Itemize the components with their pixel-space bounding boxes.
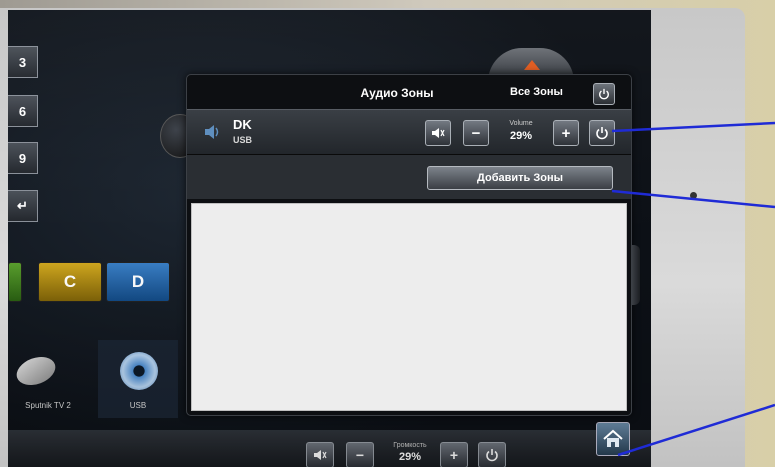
power-icon	[596, 127, 608, 140]
popup-title: Аудио Зоны	[360, 86, 434, 100]
source-usb[interactable]: USB	[98, 340, 178, 418]
speaker-icon	[205, 125, 219, 139]
source-usb-label: USB	[129, 401, 147, 410]
blue-key-d[interactable]: D	[106, 262, 170, 302]
bottom-mute-button[interactable]	[306, 442, 334, 467]
add-zones-row: Добавить Зоны	[187, 155, 631, 199]
keypad-key-label: 9	[18, 150, 27, 166]
zone-name: DK	[233, 117, 252, 132]
bottom-volume-bar: − Громкость 29% +	[8, 430, 651, 467]
keypad-key-3[interactable]: 3	[8, 46, 38, 78]
keypad-key-6[interactable]: 6	[8, 95, 38, 127]
bottom-volume-value: 29%	[398, 451, 422, 463]
plus-label: +	[561, 124, 571, 142]
zone-mute-button[interactable]	[425, 120, 451, 146]
home-icon	[603, 429, 623, 447]
zone-list-area[interactable]	[191, 203, 627, 411]
mute-icon	[314, 450, 327, 460]
bottom-volume-label: Громкость	[393, 442, 427, 449]
audio-zones-popup: Аудио Зоны Все Зоны DK USB − Volume 29% …	[186, 74, 632, 416]
minus-label: −	[355, 447, 365, 463]
zone-volume-label: Volume	[509, 120, 533, 127]
bottom-volume-readout: Громкость 29%	[378, 442, 442, 463]
zone-volume-value: 29%	[509, 130, 533, 142]
add-zones-button[interactable]: Добавить Зоны	[427, 166, 613, 190]
bottom-power-button[interactable]	[478, 442, 506, 467]
keypad-key-label: 3	[18, 54, 27, 70]
green-key[interactable]	[8, 262, 22, 302]
key-c-label: C	[63, 272, 77, 291]
bottom-volume-down-button[interactable]: −	[346, 442, 374, 467]
minus-label: −	[471, 124, 481, 142]
satellite-dish-icon	[12, 351, 60, 391]
keypad-key-9[interactable]: 9	[8, 142, 38, 174]
all-zones-label: Все Зоны	[510, 86, 563, 98]
zone-volume-down-button[interactable]: −	[463, 120, 489, 146]
bottom-volume-up-button[interactable]: +	[440, 442, 468, 467]
power-icon	[486, 449, 498, 462]
add-zones-label: Добавить Зоны	[477, 172, 563, 184]
popup-header: Аудио Зоны Все Зоны	[187, 75, 631, 109]
home-button[interactable]	[596, 422, 630, 456]
zone-volume-up-button[interactable]: +	[553, 120, 579, 146]
source-tv-label: Sputnik TV 2	[25, 401, 71, 410]
keypad-key-label: ↵	[17, 198, 28, 213]
zone-volume-readout: Volume 29%	[493, 120, 549, 142]
zone-row-dk: DK USB − Volume 29% +	[187, 109, 631, 155]
plus-label: +	[449, 447, 459, 463]
usb-disc-icon	[120, 352, 158, 390]
bezel-sensor	[690, 192, 697, 199]
up-arrow-icon	[524, 60, 540, 70]
key-d-label: D	[131, 272, 145, 291]
mute-icon	[432, 128, 445, 138]
popup-side-handle[interactable]	[632, 245, 640, 305]
all-zones-power-button[interactable]	[593, 83, 615, 105]
keypad-key-label: 6	[18, 103, 27, 119]
zone-source: USB	[233, 135, 253, 145]
zone-power-button[interactable]	[589, 120, 615, 146]
power-icon	[599, 88, 609, 100]
yellow-key-c[interactable]: C	[38, 262, 102, 302]
keypad-key-enter[interactable]: ↵	[8, 190, 38, 222]
source-tv[interactable]: Sputnik TV 2	[8, 340, 88, 418]
